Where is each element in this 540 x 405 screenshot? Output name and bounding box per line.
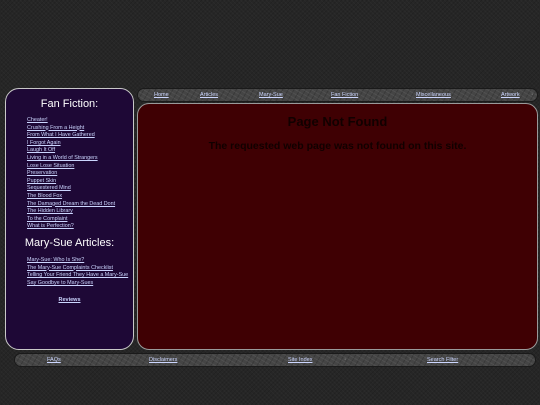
fan-fiction-link[interactable]: Preservation	[27, 170, 57, 176]
mary-sue-articles-heading: Mary-Sue Articles:	[24, 237, 115, 249]
nav-link-home[interactable]: Home	[154, 89, 169, 101]
page-title: Page Not Found	[287, 114, 388, 129]
list-item: The Blood Fox	[27, 193, 115, 201]
footer-link-disclaimers[interactable]: Disclaimers	[149, 354, 177, 366]
list-item: Crushing From a Height	[27, 125, 115, 133]
nav-link-mary-sue[interactable]: Mary-Sue	[259, 89, 283, 101]
footer-link-faqs[interactable]: FAQs	[47, 354, 61, 366]
error-message: The requested web page was not found on …	[208, 140, 467, 152]
fan-fiction-heading: Fan Fiction:	[40, 98, 99, 110]
mary-sue-list: Mary-Sue: Who Is She? The Mary-Sue Compl…	[27, 257, 128, 287]
fan-fiction-link[interactable]: Living in a World of Strangers	[27, 155, 98, 161]
mary-sue-article-link[interactable]: Telling Your Friend They Have a Mary-Sue	[27, 272, 128, 278]
fan-fiction-link[interactable]: I Forgot Again	[27, 140, 61, 146]
fan-fiction-link[interactable]: The Blood Fox	[27, 193, 62, 199]
fan-fiction-list: Cheater! Crushing From a Height From Wha…	[27, 117, 115, 231]
nav-link-articles[interactable]: Articles	[200, 89, 218, 101]
fan-fiction-link[interactable]: Cheater!	[27, 117, 48, 123]
footer-link-site-index[interactable]: Site Index	[288, 354, 312, 366]
mary-sue-article-link[interactable]: The Mary-Sue Complaints Checklist	[27, 265, 113, 271]
mary-sue-article-link[interactable]: Say Goodbye to Mary-Sues	[27, 280, 93, 286]
fan-fiction-link[interactable]: What is Perfection?	[27, 223, 74, 229]
list-item: Lose Lose Situation	[27, 163, 115, 171]
mary-sue-article-link[interactable]: Mary-Sue: Who Is She?	[27, 257, 84, 263]
fan-fiction-link[interactable]: Puppet Skin	[27, 178, 56, 184]
list-item: What is Perfection?	[27, 223, 115, 231]
footer-dot-icon: ·	[344, 356, 347, 363]
footer-dot-icon: ·	[409, 356, 412, 363]
list-item: Preservation	[27, 170, 115, 178]
list-item: The Mary-Sue Complaints Checklist	[27, 265, 128, 273]
list-item: The Hidden Library	[27, 208, 115, 216]
list-item: From What I Have Gathered	[27, 132, 115, 140]
nav-link-artwork[interactable]: Artwork	[501, 89, 520, 101]
top-nav-bar: Home Articles Mary-Sue Fan Fiction Misce…	[137, 88, 538, 102]
list-item: To the Complaint	[27, 216, 115, 224]
list-item: The Damaged Dream the Dead Dont	[27, 201, 115, 209]
fan-fiction-link[interactable]: Crushing From a Height	[27, 125, 84, 131]
sidebar: Fan Fiction: Cheater! Crushing From a He…	[5, 88, 134, 350]
list-item: Say Goodbye to Mary-Sues	[27, 280, 128, 288]
nav-link-miscellaneous[interactable]: Miscellaneous	[416, 89, 451, 101]
list-item: Cheater!	[27, 117, 115, 125]
fan-fiction-link[interactable]: The Hidden Library	[27, 208, 73, 214]
fan-fiction-link[interactable]: Laugh It Off	[27, 147, 55, 153]
list-item: Telling Your Friend They Have a Mary-Sue	[27, 272, 128, 280]
fan-fiction-link[interactable]: Lose Lose Situation	[27, 163, 74, 169]
reviews-link[interactable]: Reviews	[6, 297, 133, 303]
list-item: Sequestered Mind	[27, 185, 115, 193]
fan-fiction-link[interactable]: From What I Have Gathered	[27, 132, 95, 138]
nav-end-ornament-icon: ·	[531, 91, 534, 98]
list-item: Mary-Sue: Who Is She?	[27, 257, 128, 265]
main-content-panel: Page Not Found The requested web page wa…	[137, 103, 538, 350]
footer-link-search-filter[interactable]: Search Filter	[427, 354, 458, 366]
fan-fiction-link[interactable]: To the Complaint	[27, 216, 67, 222]
fan-fiction-link[interactable]: Sequestered Mind	[27, 185, 71, 191]
list-item: I Forgot Again	[27, 140, 115, 148]
list-item: Puppet Skin	[27, 178, 115, 186]
list-item: Living in a World of Strangers	[27, 155, 115, 163]
nav-link-fan-fiction[interactable]: Fan Fiction	[331, 89, 358, 101]
fan-fiction-link[interactable]: The Damaged Dream the Dead Dont	[27, 201, 115, 207]
list-item: Laugh It Off	[27, 147, 115, 155]
bottom-nav-bar: FAQs Disclaimers Site Index · · Search F…	[14, 353, 536, 367]
